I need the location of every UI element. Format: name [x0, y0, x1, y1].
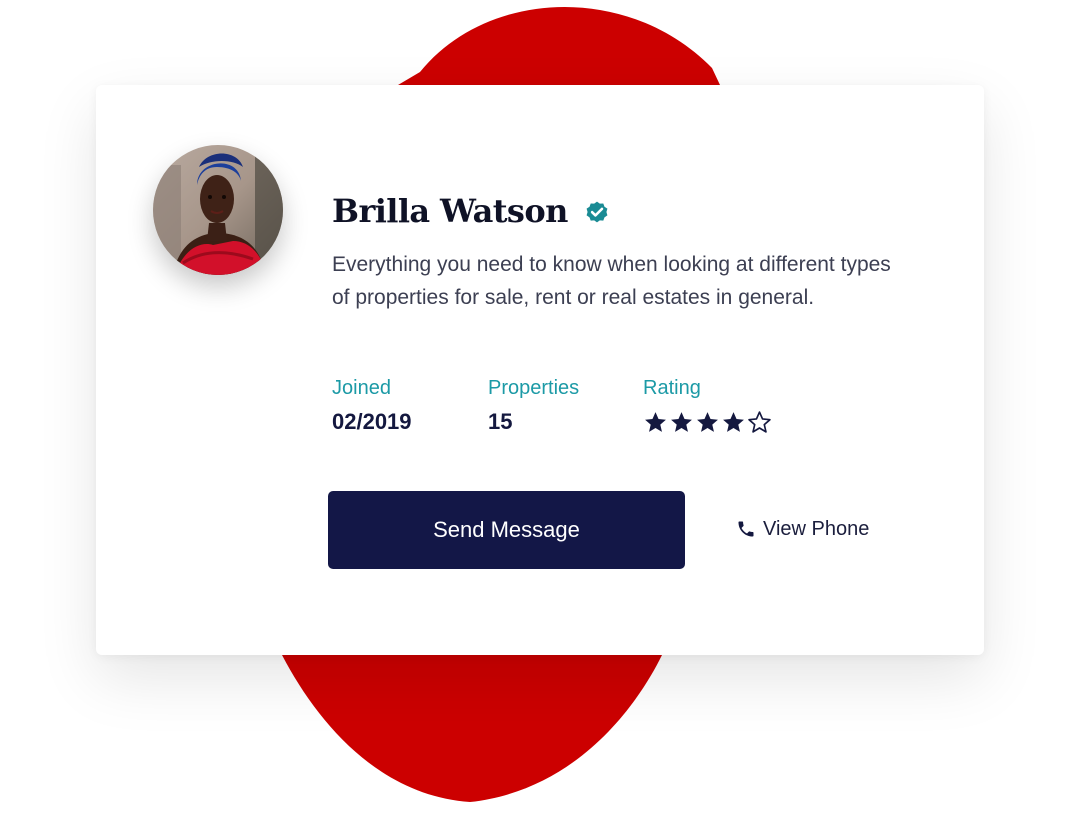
- view-phone-label: View Phone: [763, 518, 870, 540]
- profile-bio: Everything you need to know when looking…: [332, 253, 891, 309]
- avatar: [153, 145, 283, 275]
- view-phone-link[interactable]: View Phone: [736, 514, 869, 544]
- profile-photo-icon: [153, 145, 283, 275]
- agent-profile-card: Brilla Watson Everything you need to kno…: [96, 85, 984, 655]
- rating-stars: [643, 407, 772, 437]
- verified-badge-icon: [586, 201, 608, 223]
- stat-joined-label: Joined: [332, 377, 391, 399]
- name-row: Brilla Watson: [332, 189, 610, 233]
- star-empty-icon: [748, 410, 771, 433]
- stat-joined: Joined 02/2019: [332, 373, 412, 437]
- star-filled-icon: [645, 411, 666, 432]
- stat-properties: Properties 15: [488, 373, 579, 437]
- star-filled-icon: [723, 411, 744, 432]
- profile-name: Brilla Watson: [332, 192, 568, 230]
- stat-properties-value: 15: [488, 409, 513, 434]
- stat-rating-label: Rating: [643, 377, 701, 399]
- stat-properties-label: Properties: [488, 377, 580, 399]
- stat-joined-value: 02/2019: [332, 409, 412, 434]
- stat-rating: Rating: [643, 373, 772, 437]
- send-message-button[interactable]: Send Message: [328, 491, 685, 569]
- star-filled-icon: [671, 411, 692, 432]
- star-filled-icon: [697, 411, 718, 432]
- phone-icon: [738, 521, 754, 537]
